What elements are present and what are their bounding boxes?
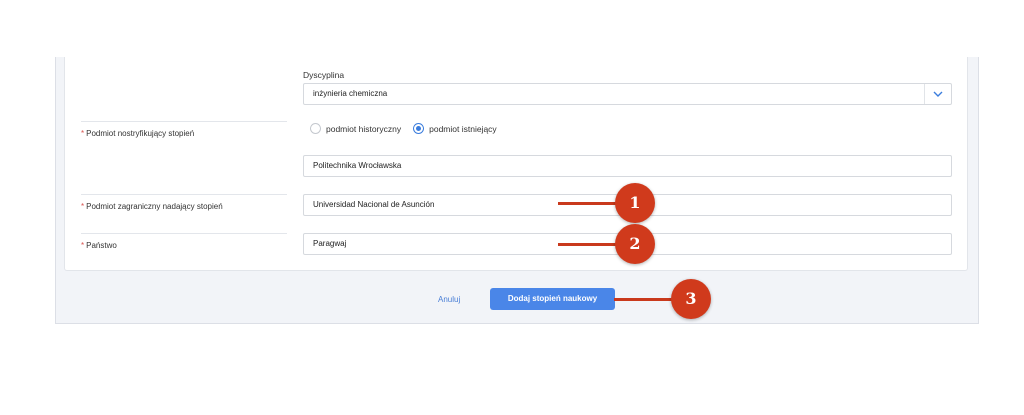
- country-value: Paragwaj: [313, 239, 347, 248]
- nostrifying-radio-group: podmiot historyczny podmiot istniejący: [310, 123, 509, 134]
- discipline-select[interactable]: inżynieria chemiczna: [303, 83, 952, 105]
- form-card: Dyscyplina inżynieria chemiczna * Podmiot…: [64, 57, 968, 271]
- divider: [81, 233, 287, 234]
- annotation-line-3: [614, 298, 676, 301]
- discipline-label: Dyscyplina: [303, 70, 345, 80]
- cancel-button[interactable]: Anuluj: [438, 295, 460, 304]
- country-label-text: Państwo: [86, 241, 117, 250]
- divider: [81, 194, 287, 195]
- nostrifying-value: Politechnika Wrocławska: [313, 161, 402, 170]
- radio-existing-circle[interactable]: [413, 123, 425, 134]
- nostrifying-input[interactable]: Politechnika Wrocławska: [303, 155, 952, 177]
- annotation-badge-1: 1: [615, 183, 655, 223]
- nostrifying-label-text: Podmiot nostryfikujący stopień: [86, 129, 195, 138]
- add-degree-button[interactable]: Dodaj stopień naukowy: [490, 288, 615, 310]
- radio-historical[interactable]: podmiot historyczny: [310, 123, 401, 134]
- required-mark: *: [81, 129, 85, 138]
- annotation-line-2: [558, 243, 620, 246]
- form-panel: Dyscyplina inżynieria chemiczna * Podmiot…: [55, 57, 979, 324]
- annotation-badge-2: 2: [615, 224, 655, 264]
- foreign-institution-value: Universidad Nacional de Asunción: [313, 200, 435, 209]
- required-mark: *: [81, 241, 85, 250]
- chevron-down-icon[interactable]: [924, 84, 951, 104]
- radio-historical-label: podmiot historyczny: [326, 123, 402, 134]
- required-mark: *: [81, 202, 85, 211]
- country-label: * Państwo: [81, 241, 117, 250]
- annotation-badge-3: 3: [671, 279, 711, 319]
- foreign-label-text: Podmiot zagraniczny nadający stopień: [86, 202, 223, 211]
- nostrifying-label: * Podmiot nostryfikujący stopień: [81, 129, 194, 138]
- annotation-line-1: [558, 202, 620, 205]
- foreign-label: * Podmiot zagraniczny nadający stopień: [81, 202, 223, 211]
- radio-historical-circle[interactable]: [310, 123, 321, 134]
- discipline-value: inżynieria chemiczna: [313, 89, 388, 98]
- radio-existing[interactable]: podmiot istniejący: [413, 123, 497, 134]
- radio-existing-label: podmiot istniejący: [429, 123, 497, 134]
- divider: [81, 121, 287, 122]
